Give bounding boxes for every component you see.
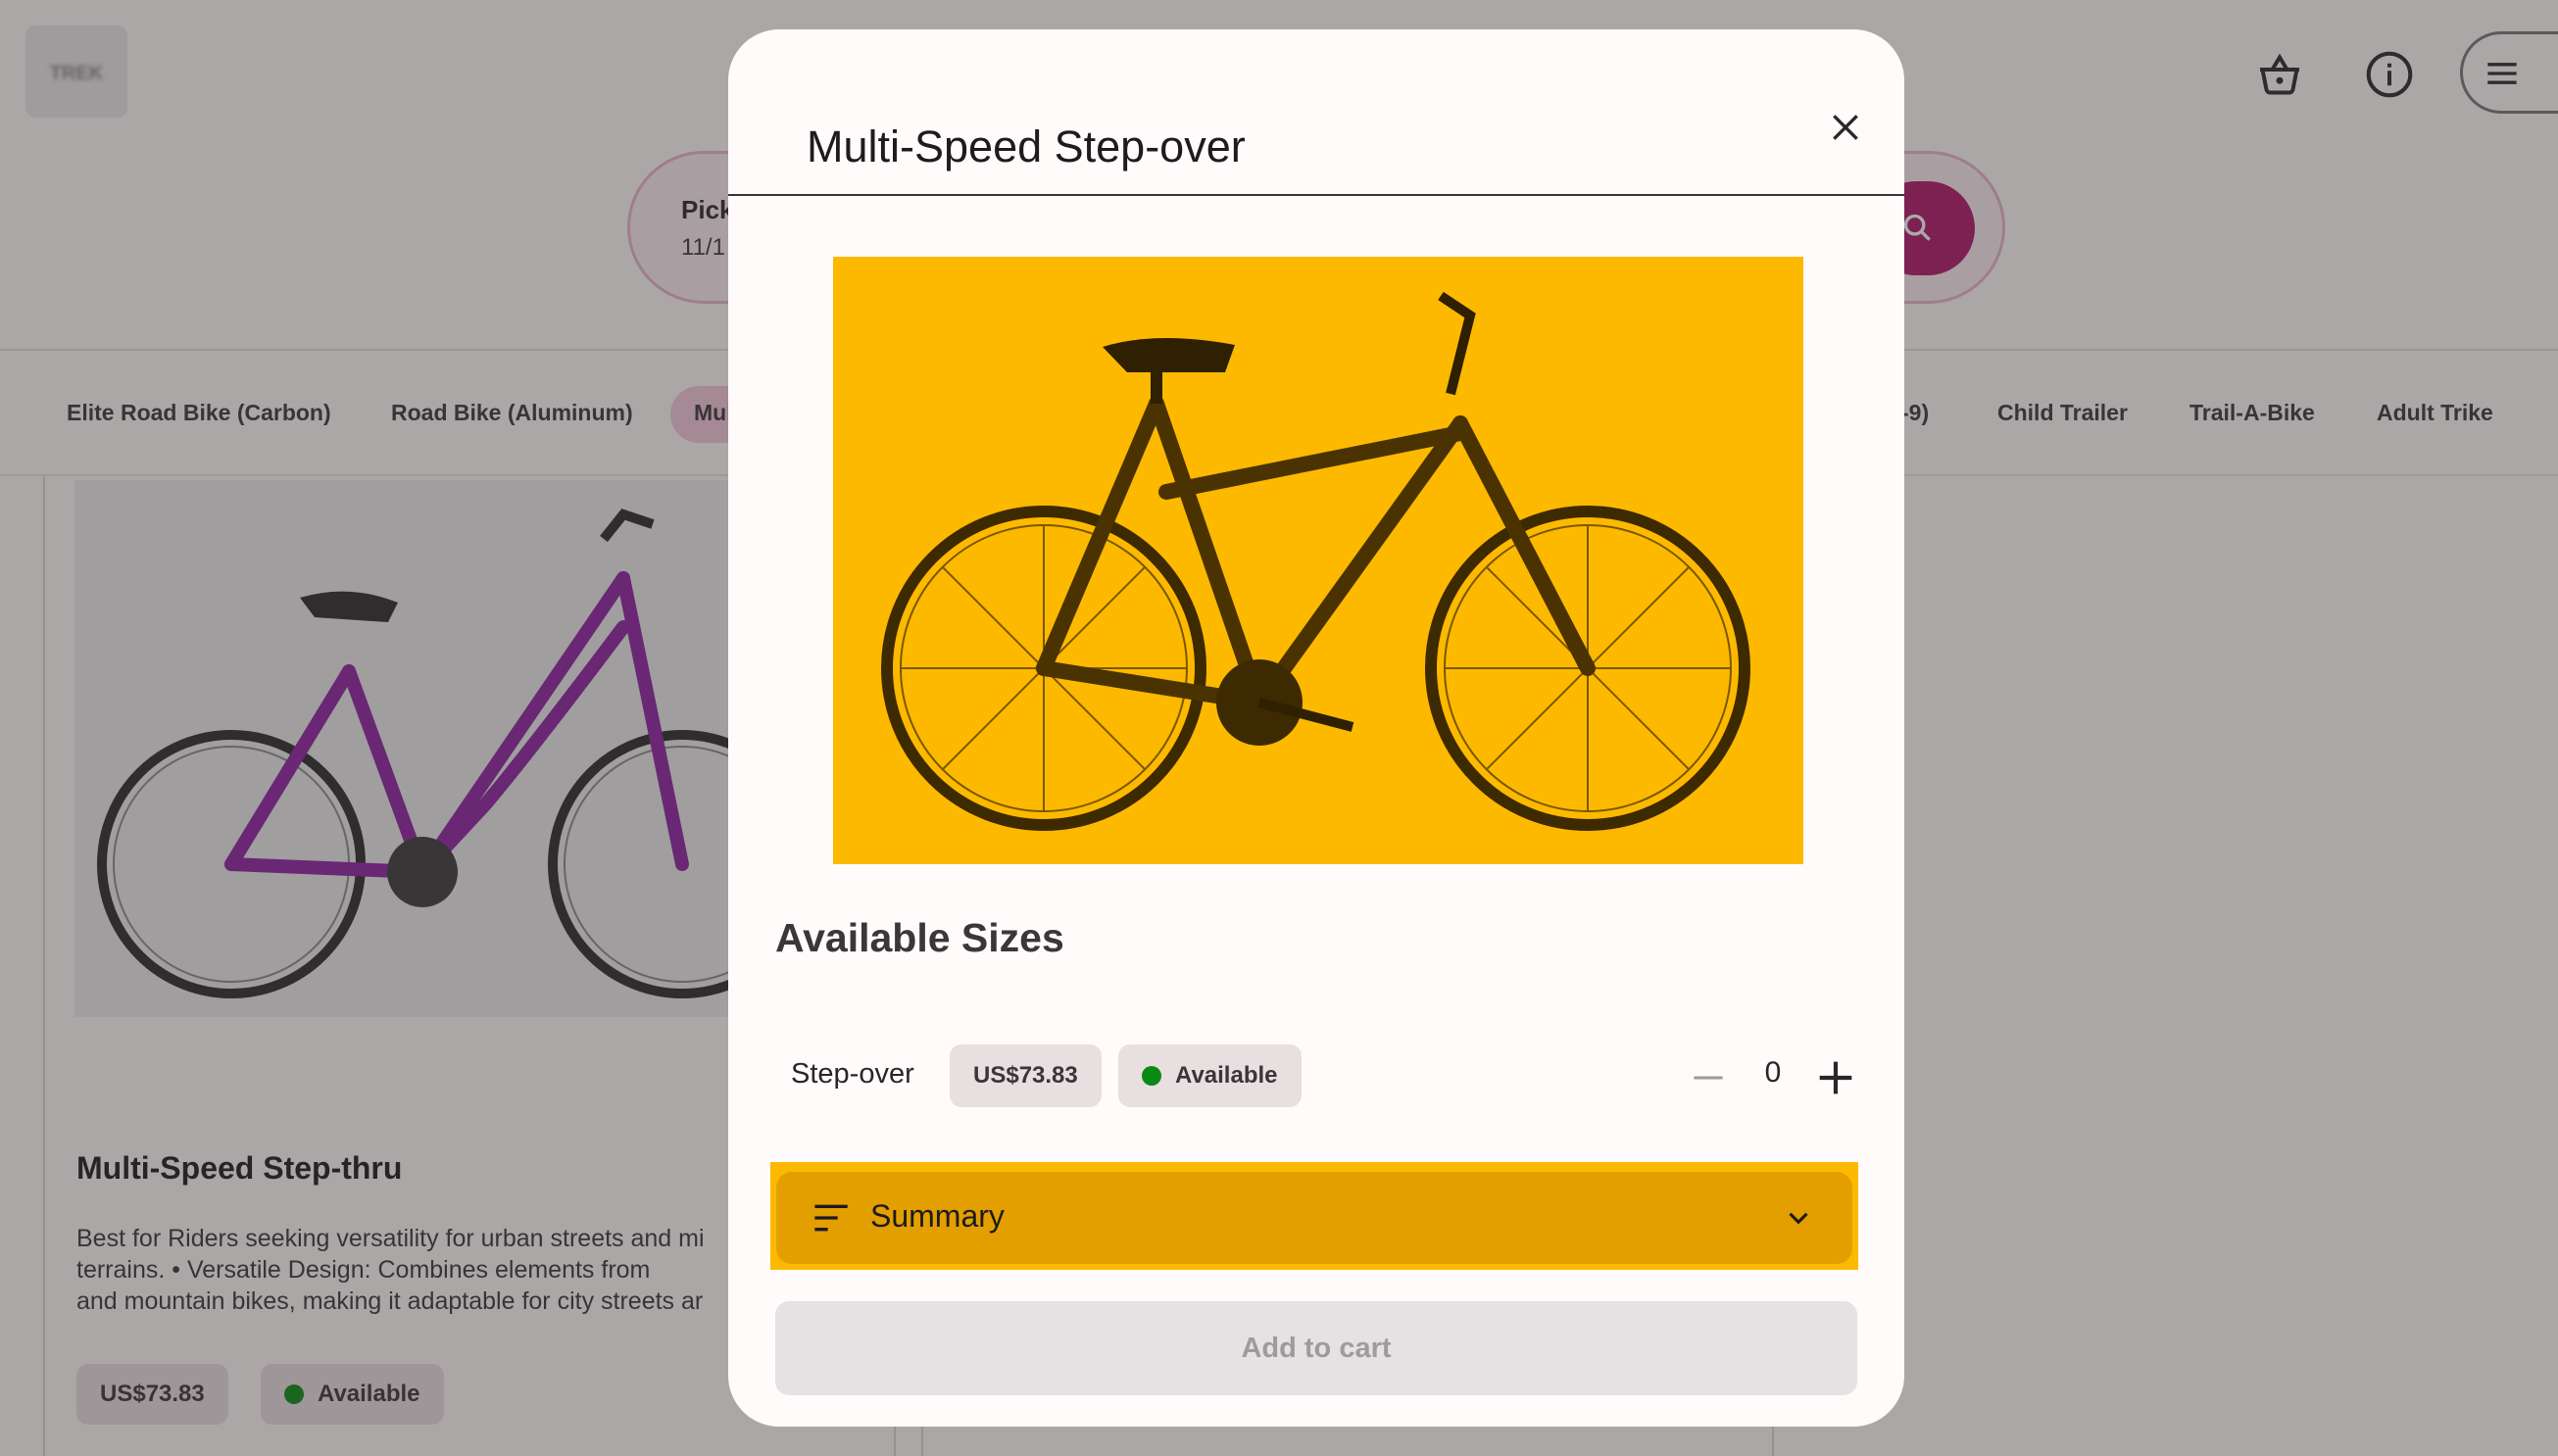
dialog-divider	[728, 194, 1904, 196]
size-availability: Available	[1175, 1062, 1278, 1089]
increase-quantity-button[interactable]	[1808, 1050, 1863, 1105]
available-sizes-heading: Available Sizes	[775, 915, 1064, 960]
add-to-cart-button[interactable]: Add to cart	[775, 1301, 1857, 1395]
size-price-chip: US$73.83	[950, 1044, 1102, 1107]
size-price: US$73.83	[973, 1062, 1078, 1089]
close-button[interactable]	[1808, 90, 1883, 165]
summary-expander[interactable]: Summary	[776, 1172, 1852, 1264]
plus-icon	[1819, 1061, 1852, 1094]
size-name: Step-over	[791, 1058, 914, 1090]
available-dot-icon	[1142, 1066, 1161, 1086]
product-image	[833, 257, 1803, 864]
minus-icon	[1694, 1076, 1723, 1080]
product-dialog: Multi-Speed Step-over Available Sizes St…	[728, 29, 1904, 1427]
sort-lines-icon	[814, 1204, 848, 1232]
close-icon	[1833, 115, 1858, 140]
decrease-quantity-button[interactable]	[1687, 1056, 1730, 1099]
bicycle-illustration	[881, 291, 1750, 831]
dialog-title: Multi-Speed Step-over	[807, 121, 1246, 171]
quantity-value: 0	[1764, 1056, 1782, 1089]
summary-label: Summary	[870, 1198, 1005, 1234]
size-row: Step-over US$73.83 Available 0	[775, 1037, 1857, 1119]
chevron-down-icon	[1789, 1212, 1808, 1225]
size-availability-chip: Available	[1118, 1044, 1302, 1107]
